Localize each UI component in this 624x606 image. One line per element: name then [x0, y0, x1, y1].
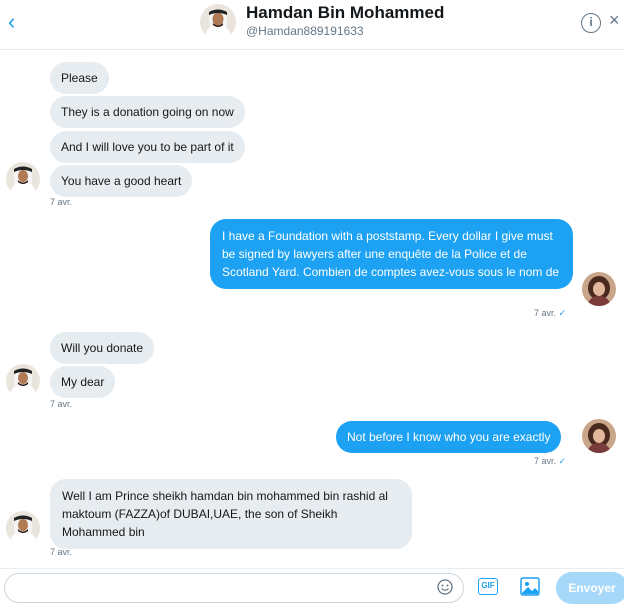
read-check-icon: ✓ [558, 456, 567, 466]
emoji-icon[interactable] [437, 579, 453, 595]
message-incoming[interactable]: You have a good heart [50, 165, 193, 197]
avatar-image [582, 272, 616, 306]
message-outgoing[interactable]: I have a Foundation with a poststamp. Ev… [210, 219, 573, 289]
gif-button[interactable]: GIF [478, 578, 498, 595]
message-timestamp: 7 avr. ✓ [534, 456, 566, 467]
back-button[interactable]: ‹ [8, 11, 28, 34]
timestamp-text: 7 avr. [534, 456, 557, 466]
read-check-icon: ✓ [558, 308, 567, 318]
message-incoming[interactable]: And I will love you to be part of it [50, 131, 245, 163]
sender-avatar[interactable] [6, 162, 40, 196]
header-avatar[interactable] [200, 4, 236, 40]
conversation-header: ‹ Hamdan Bin Mohammed @Hamdan889191633 i… [0, 0, 624, 50]
message-input[interactable] [5, 574, 463, 602]
sender-avatar[interactable] [6, 511, 40, 545]
message-incoming[interactable]: Please [50, 62, 109, 94]
image-icon[interactable] [520, 577, 540, 596]
message-timestamp: 7 avr. [50, 399, 73, 409]
own-avatar[interactable] [582, 272, 616, 306]
message-outgoing[interactable]: Not before I know who you are exactly [336, 421, 562, 453]
message-timestamp: 7 avr. [50, 197, 73, 207]
emoji-icon-svg [437, 579, 453, 595]
message-incoming[interactable]: My dear [50, 366, 116, 398]
message-incoming[interactable]: They is a donation going on now [50, 96, 245, 128]
close-icon[interactable]: × [609, 10, 620, 31]
message-incoming[interactable]: Well I am Prince sheikh hamdan bin moham… [50, 479, 412, 549]
avatar-image [6, 511, 40, 545]
avatar-image [6, 364, 40, 398]
avatar-image [200, 4, 236, 40]
image-icon-svg [520, 577, 540, 596]
avatar-image [582, 419, 616, 453]
own-avatar[interactable] [582, 419, 616, 453]
message-input-wrapper [4, 573, 464, 603]
info-icon[interactable]: i [581, 13, 601, 33]
contact-name[interactable]: Hamdan Bin Mohammed [246, 3, 444, 23]
timestamp-text: 7 avr. [534, 308, 557, 318]
contact-handle[interactable]: @Hamdan889191633 [246, 24, 364, 38]
avatar-image [6, 162, 40, 196]
message-incoming[interactable]: Will you donate [50, 332, 155, 364]
sender-avatar[interactable] [6, 364, 40, 398]
message-timestamp: 7 avr. ✓ [534, 308, 566, 319]
send-button[interactable]: Envoyer [556, 572, 624, 604]
message-timestamp: 7 avr. [50, 547, 73, 557]
